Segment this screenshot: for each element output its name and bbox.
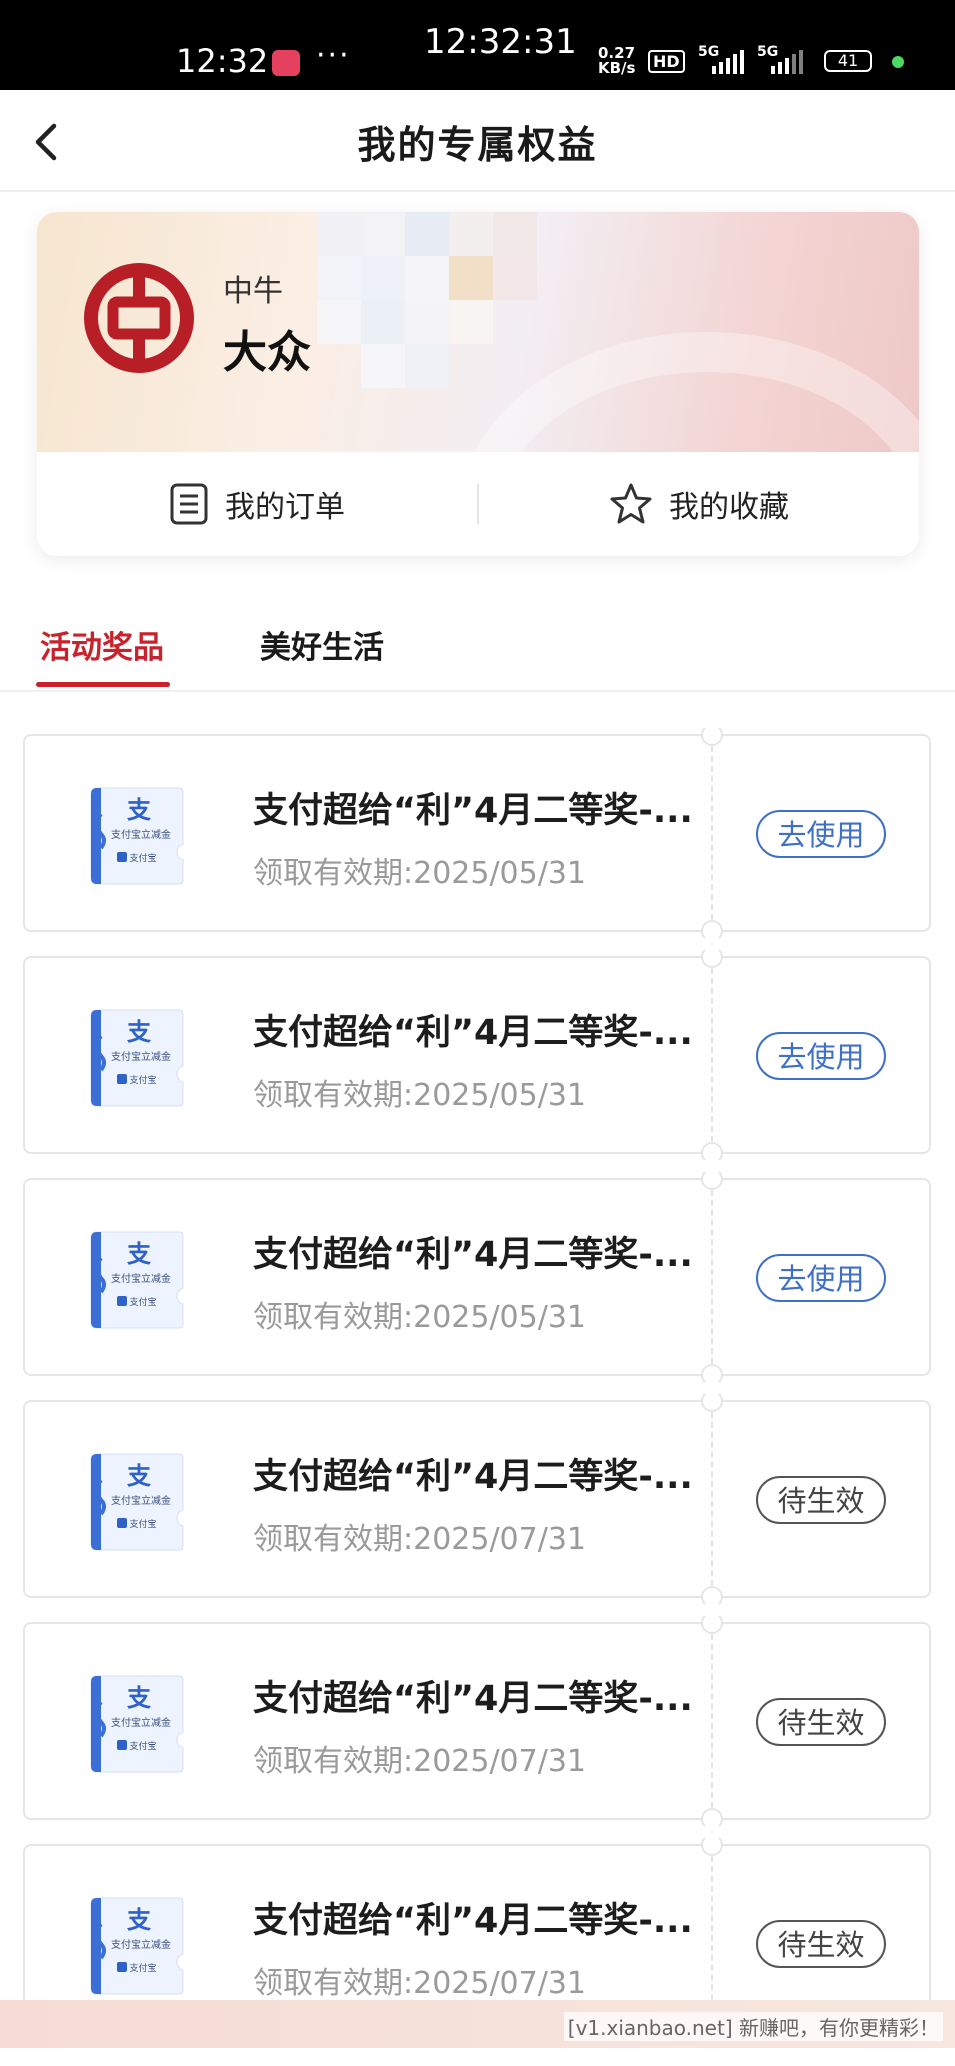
voucher-caption: 支付宝立减金 xyxy=(111,1050,171,1063)
ticket-notch-top xyxy=(701,1168,723,1190)
coupon-validity: 领取有效期:2025/07/31 xyxy=(253,1744,587,1779)
voucher-caption: 支付宝立减金 xyxy=(111,828,171,841)
coupon-title: 支付超给“利”4月二等奖-... xyxy=(253,791,693,831)
coupon-validity: 领取有效期:2025/07/31 xyxy=(253,1966,587,2001)
alipay-voucher-icon: 支 支付宝立减金 支付宝 xyxy=(90,1009,184,1107)
document-list-icon xyxy=(170,483,208,525)
ticket-notch-bottom xyxy=(701,1142,723,1164)
status-time: 12:32 xyxy=(176,42,269,80)
network-speed: 0.27 KB/s xyxy=(598,44,636,77)
my-favorites-button[interactable]: 我的收藏 xyxy=(479,482,919,526)
ticket-notch-top xyxy=(701,946,723,968)
coupon-pending-button[interactable]: 待生效 xyxy=(756,1698,886,1746)
alipay-voucher-icon: 支 支付宝立减金 支付宝 xyxy=(90,1453,184,1551)
alipay-voucher-icon: 支 支付宝立减金 支付宝 xyxy=(90,1897,184,1995)
tab-activity-prizes[interactable]: 活动奖品 xyxy=(40,622,164,667)
more-notifications: ··· xyxy=(316,38,351,73)
coupon-pending-button[interactable]: 待生效 xyxy=(756,1476,886,1524)
nav-bar: 我的专属权益 xyxy=(0,90,955,192)
bank-card-banner: 中牛 大众 xyxy=(37,212,919,556)
ticket-notch-bottom xyxy=(701,1586,723,1608)
ticket-notch-top xyxy=(701,1612,723,1634)
voucher-glyph: 支 xyxy=(127,796,152,824)
voucher-brand: 支付宝 xyxy=(129,1074,156,1086)
ticket-divider xyxy=(711,1634,713,1808)
ticket-notch-bottom xyxy=(701,1808,723,1830)
signal-bars-1-icon xyxy=(712,50,744,74)
watermark-text: [v1.xianbao.net] 新赚吧，有你更精彩！ xyxy=(563,2012,943,2041)
coupon-item[interactable]: 支 支付宝立减金 支付宝 支付超给“利”4月二等奖-... 领取有效期:2025… xyxy=(23,724,931,942)
bank-subtitle: 中牛 xyxy=(223,274,283,309)
coupon-use-button[interactable]: 去使用 xyxy=(756,810,886,858)
coupon-title: 支付超给“利”4月二等奖-... xyxy=(253,1235,693,1275)
coupon-validity: 领取有效期:2025/05/31 xyxy=(253,1078,587,1113)
coupon-list: 支 支付宝立减金 支付宝 支付超给“利”4月二等奖-... 领取有效期:2025… xyxy=(23,724,933,2066)
ticket-divider xyxy=(711,746,713,920)
coupon-item[interactable]: 支 支付宝立减金 支付宝 支付超给“利”4月二等奖-... 领取有效期:2025… xyxy=(23,1168,931,1386)
coupon-title: 支付超给“利”4月二等奖-... xyxy=(253,1013,693,1053)
coupon-validity: 领取有效期:2025/07/31 xyxy=(253,1522,587,1557)
my-orders-button[interactable]: 我的订单 xyxy=(37,482,477,526)
star-icon xyxy=(610,483,652,524)
bank-card-name: 大众 xyxy=(223,327,311,378)
status-center-time: 12:32:31 xyxy=(424,22,577,62)
coupon-title: 支付超给“利”4月二等奖-... xyxy=(253,1901,693,1941)
voucher-glyph: 支 xyxy=(127,1462,152,1490)
coupon-pending-button[interactable]: 待生效 xyxy=(756,1920,886,1968)
page-title: 我的专属权益 xyxy=(357,123,598,167)
voucher-brand: 支付宝 xyxy=(129,1518,156,1530)
bank-logo-icon xyxy=(84,263,194,373)
voucher-caption: 支付宝立减金 xyxy=(111,1494,171,1507)
voucher-caption: 支付宝立减金 xyxy=(111,1716,171,1729)
active-tab-indicator xyxy=(36,682,170,687)
status-bar: 12:32 ··· 12:32:31 0.27 KB/s HD 5G 5G 41 xyxy=(0,0,955,90)
voucher-brand: 支付宝 xyxy=(129,1296,156,1308)
alipay-voucher-icon: 支 支付宝立减金 支付宝 xyxy=(90,787,184,885)
alipay-voucher-icon: 支 支付宝立减金 支付宝 xyxy=(90,1675,184,1773)
voucher-glyph: 支 xyxy=(127,1684,152,1712)
coupon-use-button[interactable]: 去使用 xyxy=(756,1032,886,1080)
voucher-caption: 支付宝立减金 xyxy=(111,1938,171,1951)
coupon-title: 支付超给“利”4月二等奖-... xyxy=(253,1457,693,1497)
signal-bars-2-icon xyxy=(771,50,803,74)
coupon-title: 支付超给“利”4月二等奖-... xyxy=(253,1679,693,1719)
hd-badge: HD xyxy=(648,50,685,73)
ticket-divider xyxy=(711,1190,713,1364)
ticket-divider xyxy=(711,968,713,1142)
tab-bar: 活动奖品 美好生活 xyxy=(0,600,955,692)
coupon-validity: 领取有效期:2025/05/31 xyxy=(253,1300,587,1335)
ticket-notch-bottom xyxy=(701,920,723,942)
privacy-mosaic xyxy=(277,212,657,392)
card-actions: 我的订单 我的收藏 xyxy=(37,452,919,556)
voucher-glyph: 支 xyxy=(127,1906,152,1934)
coupon-item[interactable]: 支 支付宝立减金 支付宝 支付超给“利”4月二等奖-... 领取有效期:2025… xyxy=(23,1612,931,1830)
ticket-notch-bottom xyxy=(701,1364,723,1386)
my-orders-label: 我的订单 xyxy=(225,490,345,525)
coupon-validity: 领取有效期:2025/05/31 xyxy=(253,856,587,891)
ticket-notch-top xyxy=(701,1834,723,1856)
my-favorites-label: 我的收藏 xyxy=(669,490,789,525)
notification-icon xyxy=(272,50,300,76)
coupon-item[interactable]: 支 支付宝立减金 支付宝 支付超给“利”4月二等奖-... 领取有效期:2025… xyxy=(23,946,931,1164)
active-dot-icon xyxy=(892,56,904,68)
coupon-item[interactable]: 支 支付宝立减金 支付宝 支付超给“利”4月二等奖-... 领取有效期:2025… xyxy=(23,1390,931,1608)
ticket-notch-top xyxy=(701,724,723,746)
alipay-voucher-icon: 支 支付宝立减金 支付宝 xyxy=(90,1231,184,1329)
voucher-brand: 支付宝 xyxy=(129,1962,156,1974)
coupon-use-button[interactable]: 去使用 xyxy=(756,1254,886,1302)
tab-good-life[interactable]: 美好生活 xyxy=(260,622,384,667)
voucher-brand: 支付宝 xyxy=(129,852,156,864)
voucher-caption: 支付宝立减金 xyxy=(111,1272,171,1285)
voucher-glyph: 支 xyxy=(127,1018,152,1046)
bank-card: 中牛 大众 我的订单 我的收藏 xyxy=(37,212,919,556)
voucher-brand: 支付宝 xyxy=(129,1740,156,1752)
ticket-divider xyxy=(711,1412,713,1586)
voucher-glyph: 支 xyxy=(127,1240,152,1268)
ticket-notch-top xyxy=(701,1390,723,1412)
battery-icon: 41 xyxy=(824,50,872,72)
